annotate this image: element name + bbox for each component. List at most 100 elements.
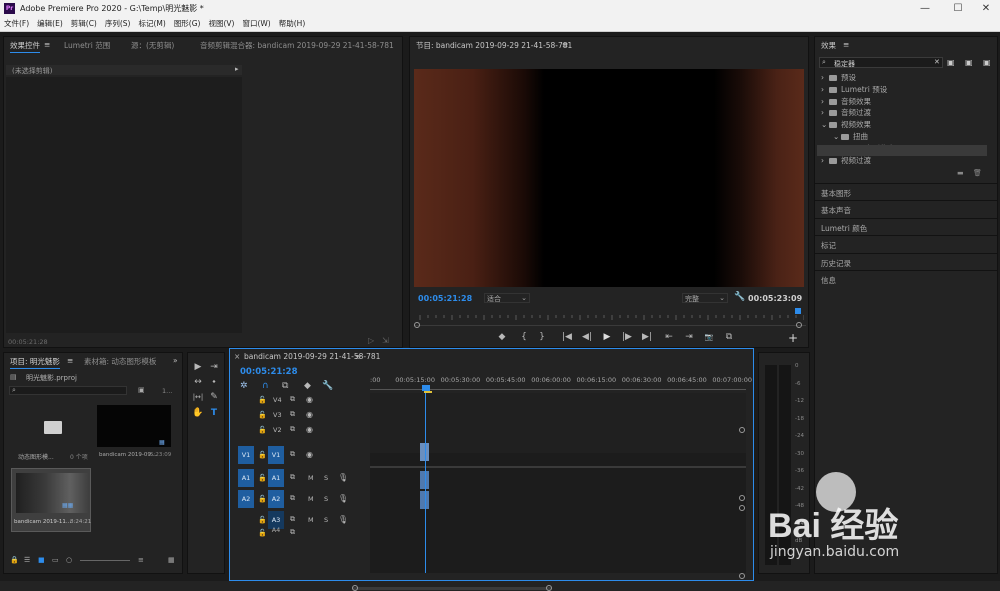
microphone-icon[interactable]: 🎙 [338, 494, 348, 503]
effects-search[interactable]: ⌕ 稳定器 ✕ [819, 57, 943, 68]
effect-tree-item[interactable]: › 预设 [821, 72, 856, 83]
lift-icon[interactable]: ⇤ [662, 333, 676, 342]
menu-file[interactable]: 文件(F) [0, 17, 33, 31]
solo-button[interactable]: S [324, 495, 328, 503]
new-bin-icon[interactable]: ▬ [957, 169, 964, 177]
step-forward-icon[interactable]: |▶ [620, 333, 634, 342]
program-menu-icon[interactable]: ≡ [562, 40, 568, 49]
mark-in-icon[interactable]: { [518, 333, 530, 342]
track-lock-icon[interactable]: 🔓 [258, 474, 267, 483]
audio-scroll-handle-top[interactable] [739, 505, 745, 511]
tree-arrow-icon[interactable]: › [821, 156, 829, 165]
menu-window[interactable]: 窗口(W) [238, 17, 274, 31]
section-essential-graphics[interactable]: 基本图形 [815, 183, 997, 200]
eye-icon[interactable]: ◉ [306, 395, 313, 404]
slip-tool-icon[interactable]: |↔| [190, 393, 206, 402]
video-frame[interactable] [414, 69, 804, 287]
source-patch-v1[interactable]: V1 [238, 446, 254, 464]
marker-icon[interactable]: ◆ [496, 333, 508, 342]
step-back-icon[interactable]: ◀| [580, 333, 594, 342]
sync-lock-icon[interactable]: ⧉ [290, 410, 295, 419]
yuv-effects-icon[interactable]: ▣ [983, 58, 991, 67]
h-scroll-left-handle[interactable] [352, 585, 358, 591]
track-select-tool-icon[interactable]: ⇥ [208, 363, 220, 372]
fit-select[interactable]: 适合 ⌄ [484, 293, 530, 303]
eye-icon[interactable]: ◉ [306, 450, 313, 459]
menu-view[interactable]: 视图(V) [204, 17, 238, 31]
expand-arrow-icon[interactable]: ▸ [235, 65, 239, 73]
sync-lock-icon[interactable]: ⧉ [290, 473, 295, 482]
track-target-a4[interactable]: A4 [268, 526, 284, 534]
effect-tree-item[interactable]: › 音频效果 [821, 96, 871, 107]
program-timecode[interactable]: 00:05:21:28 [418, 294, 472, 303]
timeline-timecode[interactable]: 00:05:21:28 [240, 367, 298, 377]
audio-scroll-handle-bottom[interactable] [739, 573, 745, 579]
track-lock-icon[interactable]: 🔓 [258, 396, 267, 405]
hand-tool-icon[interactable]: ✋ [192, 409, 204, 418]
delete-icon[interactable]: 🗑 [973, 169, 982, 177]
h-scroll-right-handle[interactable] [546, 585, 552, 591]
tree-arrow-icon[interactable]: ⌄ [821, 120, 829, 129]
track-lock-icon[interactable]: 🔓 [258, 495, 267, 504]
menu-graphics[interactable]: 图形(G) [170, 17, 205, 31]
track-lock-icon[interactable]: 🔓 [258, 529, 267, 538]
section-markers[interactable]: 标记 [815, 235, 997, 252]
go-to-out-icon[interactable]: ▶| [640, 333, 654, 342]
razor-tool-icon[interactable]: ⬩ [208, 378, 220, 387]
new-item-icon[interactable]: ▦ [168, 556, 175, 564]
menu-edit[interactable]: 编辑(E) [33, 17, 67, 31]
project-item-clip-1[interactable]: ▦ bandicam 2019-09... 5:23:09 [97, 405, 172, 460]
snap-icon[interactable]: ∩ [262, 382, 269, 391]
export-icon[interactable]: ⇲ [382, 336, 389, 345]
microphone-icon[interactable]: 🎙 [338, 473, 348, 482]
track-target-a2[interactable]: A2 [268, 490, 284, 508]
close-button[interactable]: ✕ [976, 2, 996, 15]
tab-project[interactable]: 项目: 明光魅影 [10, 356, 60, 369]
play-icon[interactable]: ▶ [600, 333, 614, 342]
mute-button[interactable]: M [308, 516, 314, 524]
maximize-button[interactable]: ☐ [948, 2, 968, 15]
quality-select[interactable]: 完整 ⌄ [682, 293, 728, 303]
nest-icon[interactable]: ✲ [240, 382, 248, 391]
eye-icon[interactable]: ◉ [306, 410, 313, 419]
camera-icon[interactable]: 📷 [702, 333, 716, 342]
solo-button[interactable]: S [324, 516, 328, 524]
mark-out-icon[interactable]: } [536, 333, 548, 342]
filter-icon[interactable]: ▷ [368, 336, 374, 345]
effect-tree-item[interactable]: › 音频过渡 [821, 107, 871, 118]
video-scroll-handle-top[interactable] [739, 427, 745, 433]
microphone-icon[interactable]: 🎙 [338, 515, 348, 524]
panel-overflow-icon[interactable]: » [173, 356, 178, 365]
track-content[interactable] [370, 387, 746, 573]
sync-lock-icon[interactable]: ⧉ [290, 515, 295, 524]
sync-lock-icon[interactable]: ⧉ [290, 450, 295, 459]
source-patch-a2[interactable]: A2 [238, 490, 254, 508]
section-essential-sound[interactable]: 基本声音 [815, 200, 997, 217]
new-search-bin-icon[interactable]: ▣ [138, 386, 145, 394]
icon-view-icon[interactable]: ■ [38, 556, 45, 564]
add-button[interactable]: + [788, 331, 798, 345]
timeline-close-icon[interactable]: × [234, 352, 240, 361]
track-lock-icon[interactable]: 🔓 [258, 411, 267, 420]
tree-arrow-icon[interactable]: ⌄ [833, 132, 841, 141]
section-info[interactable]: 信息 [815, 270, 997, 287]
program-scrubber[interactable] [416, 308, 805, 320]
video-scroll-handle-bottom[interactable] [739, 495, 745, 501]
effects-menu-icon[interactable]: ≡ [843, 40, 849, 49]
pen-tool-icon[interactable]: ✎ [208, 393, 220, 402]
track-lock-icon[interactable]: 🔓 [258, 426, 267, 435]
extract-icon[interactable]: ⇥ [682, 333, 696, 342]
project-item-bin[interactable]: 动态图形模... 0 个项 [12, 405, 92, 461]
effect-tree-item[interactable]: ⌄ 扭曲 [833, 131, 868, 142]
thumbnail-size-slider[interactable] [80, 560, 130, 561]
menu-clip[interactable]: 剪辑(C) [67, 17, 101, 31]
sync-lock-icon[interactable]: ⧉ [290, 395, 295, 404]
program-playhead[interactable] [795, 308, 802, 314]
tab-bin[interactable]: 素材箱: 动态图形模板 [84, 356, 156, 367]
sort-icon[interactable]: ≡ [138, 556, 144, 564]
sync-lock-icon[interactable]: ⧉ [290, 528, 295, 537]
track-target-a1[interactable]: A1 [268, 469, 284, 487]
tree-arrow-icon[interactable]: › [821, 97, 829, 106]
freeform-view-icon[interactable]: ▭ [52, 556, 59, 564]
type-tool-icon[interactable]: T [208, 409, 220, 418]
